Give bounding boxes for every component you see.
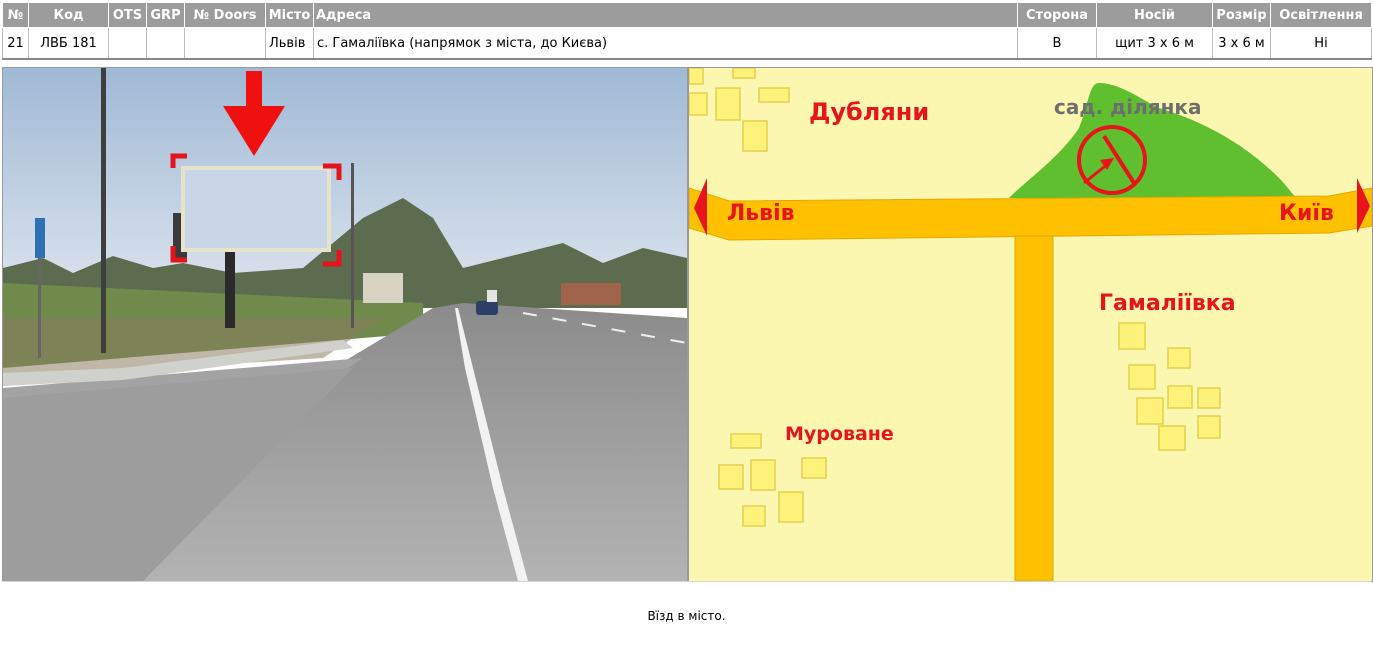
map-label-lviv: Львів xyxy=(727,201,795,226)
cell-grp xyxy=(146,27,185,60)
col-header-ots: OTS xyxy=(108,2,147,28)
divider xyxy=(2,581,1371,582)
billboard-pole xyxy=(225,248,235,328)
col-header-grp: GRP xyxy=(146,2,185,28)
car xyxy=(476,301,498,315)
col-header-num: № xyxy=(2,2,29,28)
col-header-side: Сторона xyxy=(1017,2,1097,28)
road-sign xyxy=(35,218,45,258)
building xyxy=(561,283,621,305)
col-header-size: Розмір xyxy=(1212,2,1271,28)
location-map: Дубляни сад. ділянка Львів Київ Гамаліїв… xyxy=(688,67,1373,582)
cell-code: ЛВБ 181 xyxy=(28,27,109,60)
lamp-post xyxy=(101,68,106,353)
col-header-address: Адреса xyxy=(313,2,1018,28)
billboard-face xyxy=(181,166,331,252)
col-header-doors: № Doors xyxy=(184,2,266,28)
cell-num: 21 xyxy=(2,27,29,60)
location-table: № Код OTS GRP № Doors Місто Адреса Сторо… xyxy=(2,2,1372,60)
col-header-carrier: Носій xyxy=(1096,2,1213,28)
col-header-code: Код xyxy=(28,2,109,28)
building xyxy=(363,273,403,303)
side-road xyxy=(1014,235,1054,581)
billboard-photo xyxy=(2,67,688,582)
cell-address: с. Гамаліївка (напрямок з міста, до Києв… xyxy=(313,27,1018,60)
map-label-garden: сад. ділянка xyxy=(1054,95,1201,119)
map-label-dubliany: Дубляни xyxy=(809,98,929,126)
cell-doors xyxy=(184,27,266,60)
map-label-kyiv: Київ xyxy=(1279,201,1334,226)
footer-note: Вїзд в місто. xyxy=(647,609,726,623)
table-header-row: № Код OTS GRP № Doors Місто Адреса Сторо… xyxy=(2,2,1372,28)
lamp-post xyxy=(351,163,354,328)
cell-size: 3 х 6 м xyxy=(1212,27,1271,60)
cell-city: Львів xyxy=(265,27,314,60)
map-label-murovane: Муроване xyxy=(785,423,894,445)
table-row: 21 ЛВБ 181 Львів с. Гамаліївка (напрямок… xyxy=(2,27,1372,60)
cell-lighting: Ні xyxy=(1270,27,1372,60)
col-header-city: Місто xyxy=(265,2,314,28)
map-label-gamaliivka: Гамаліївка xyxy=(1099,291,1236,316)
road-sign-pole xyxy=(38,258,41,358)
col-header-lighting: Освітлення xyxy=(1270,2,1372,28)
truck xyxy=(487,290,497,302)
cell-ots xyxy=(108,27,147,60)
cell-side: В xyxy=(1017,27,1097,60)
cell-carrier: щит 3 х 6 м xyxy=(1096,27,1213,60)
